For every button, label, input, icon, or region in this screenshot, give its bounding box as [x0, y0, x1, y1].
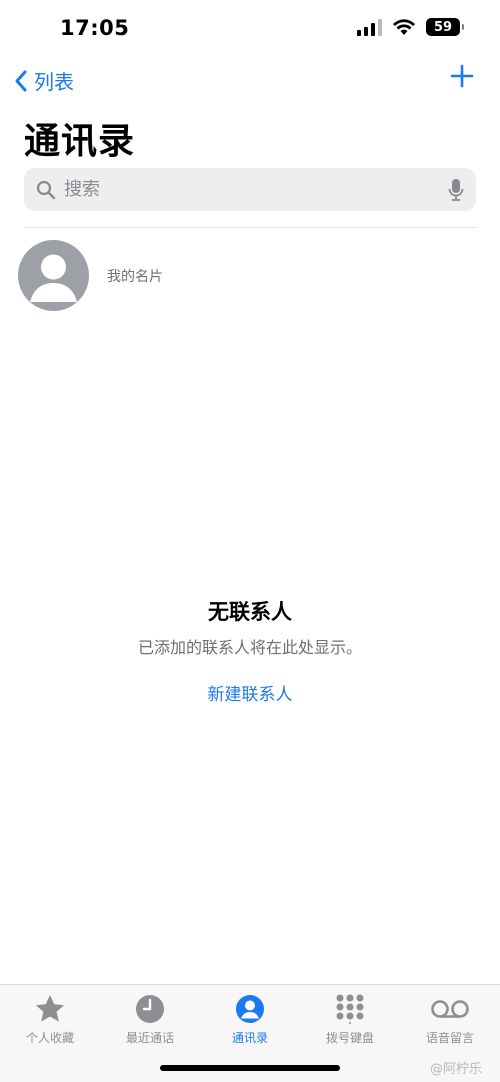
search-icon: [36, 180, 56, 199]
plus-icon: [450, 64, 474, 88]
status-time: 17:05: [60, 16, 130, 40]
wifi-icon: [393, 19, 415, 35]
microphone-icon[interactable]: [448, 178, 464, 202]
tab-label: 语音留言: [425, 1031, 474, 1045]
empty-state-subtitle: 已添加的联系人将在此处显示。: [137, 638, 362, 657]
cellular-signal-icon: [357, 18, 382, 36]
search-input[interactable]: [64, 179, 448, 200]
tab-label: 最近通话: [125, 1031, 174, 1045]
clock-icon: [136, 995, 164, 1023]
battery-level: 59: [433, 19, 453, 35]
divider: [24, 227, 476, 228]
page-title: 通讯录: [24, 121, 136, 162]
empty-state: 无联系人 已添加的联系人将在此处显示。 新建联系人: [0, 596, 500, 705]
keypad-icon: [336, 994, 364, 1024]
voicemail-icon: [431, 1000, 469, 1018]
back-label: 列表: [34, 70, 74, 94]
status-icons: 59: [357, 18, 464, 36]
back-button[interactable]: 列表: [14, 66, 74, 95]
contacts-screen: 17:05 59 列表 通讯录 搜索 我的名片 无联系人 已添加的联系人将在此处…: [0, 0, 500, 1082]
tab-contacts[interactable]: 通讯录: [200, 993, 300, 1046]
watermark: @阿柠乐: [429, 1062, 482, 1077]
tab-label: 拨号键盘: [325, 1031, 374, 1045]
new-contact-link[interactable]: 新建联系人: [208, 680, 293, 705]
tab-recents[interactable]: 最近通话: [100, 993, 200, 1046]
add-contact-button[interactable]: [450, 64, 474, 92]
tab-label: 个人收藏: [25, 1031, 74, 1045]
search-bar[interactable]: [24, 168, 476, 211]
tab-label: 通讯录: [231, 1031, 268, 1045]
battery-icon: 59: [426, 18, 464, 36]
tab-voicemail[interactable]: 语音留言: [400, 993, 500, 1046]
avatar: [18, 240, 89, 311]
person-circle-icon: [236, 995, 264, 1023]
tab-keypad[interactable]: 拨号键盘: [300, 993, 400, 1046]
my-card-label: 我的名片: [107, 268, 163, 285]
my-card-row[interactable]: 我的名片: [18, 240, 163, 311]
chevron-left-icon: [15, 70, 27, 91]
star-icon: [36, 995, 64, 1022]
empty-state-title: 无联系人: [208, 600, 292, 624]
home-indicator[interactable]: [160, 1065, 340, 1071]
person-placeholder-icon: [30, 254, 77, 302]
tab-favorites[interactable]: 个人收藏: [0, 993, 100, 1046]
